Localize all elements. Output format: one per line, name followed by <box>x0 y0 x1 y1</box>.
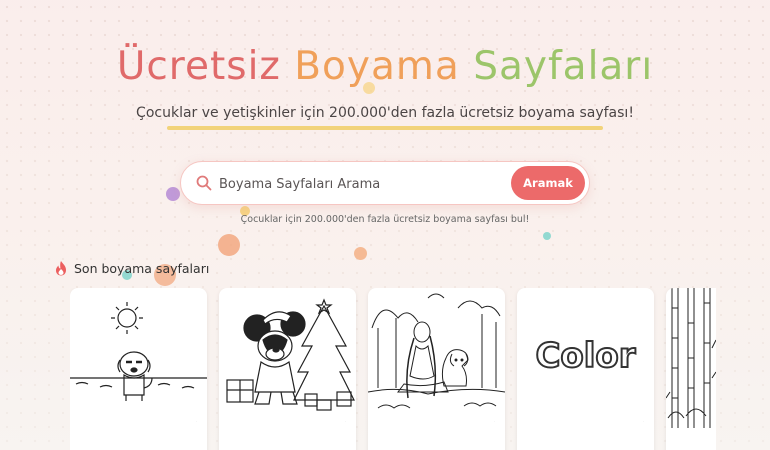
coloring-page-thumbnail <box>666 288 716 428</box>
section-title: Son boyama sayfaları <box>74 261 210 276</box>
coloring-page-card[interactable]: · <box>70 288 207 450</box>
search-box: Aramak <box>180 161 590 205</box>
search-input[interactable] <box>217 172 501 196</box>
subtitle-underline <box>167 126 603 130</box>
page-subtitle: Çocuklar ve yetişkinler için 200.000'den… <box>136 105 634 121</box>
coloring-page-card[interactable]: · <box>219 288 356 450</box>
coloring-page-thumbnail <box>70 302 207 401</box>
title-word-1: Ücretsiz <box>116 44 281 89</box>
fire-icon <box>56 261 66 276</box>
decorative-dot <box>166 187 180 201</box>
decorative-dot <box>543 232 551 240</box>
title-word-2: Boyama <box>294 44 460 89</box>
search-icon <box>196 175 212 191</box>
card-lettering: Color <box>534 335 636 377</box>
coloring-page-card[interactable]: Color · <box>517 288 654 450</box>
search-hint: Çocuklar için 200.000'den fazla ücretsiz… <box>240 214 530 225</box>
watermark: · <box>345 419 346 423</box>
decorative-dot <box>354 247 367 260</box>
watermark: · <box>196 419 197 423</box>
coloring-page-list: · · · Color · <box>70 288 716 450</box>
watermark: · <box>643 419 644 423</box>
coloring-page-card[interactable] <box>666 288 716 450</box>
title-word-3: Sayfaları <box>473 44 654 89</box>
decorative-dot <box>218 234 240 256</box>
search-button[interactable]: Aramak <box>511 166 585 200</box>
coloring-page-thumbnail <box>226 298 355 411</box>
coloring-page-thumbnail <box>368 293 505 409</box>
page-title: Ücretsiz Boyama Sayfaları <box>0 44 770 89</box>
watermark: · <box>494 419 495 423</box>
coloring-page-card[interactable]: · <box>368 288 505 450</box>
